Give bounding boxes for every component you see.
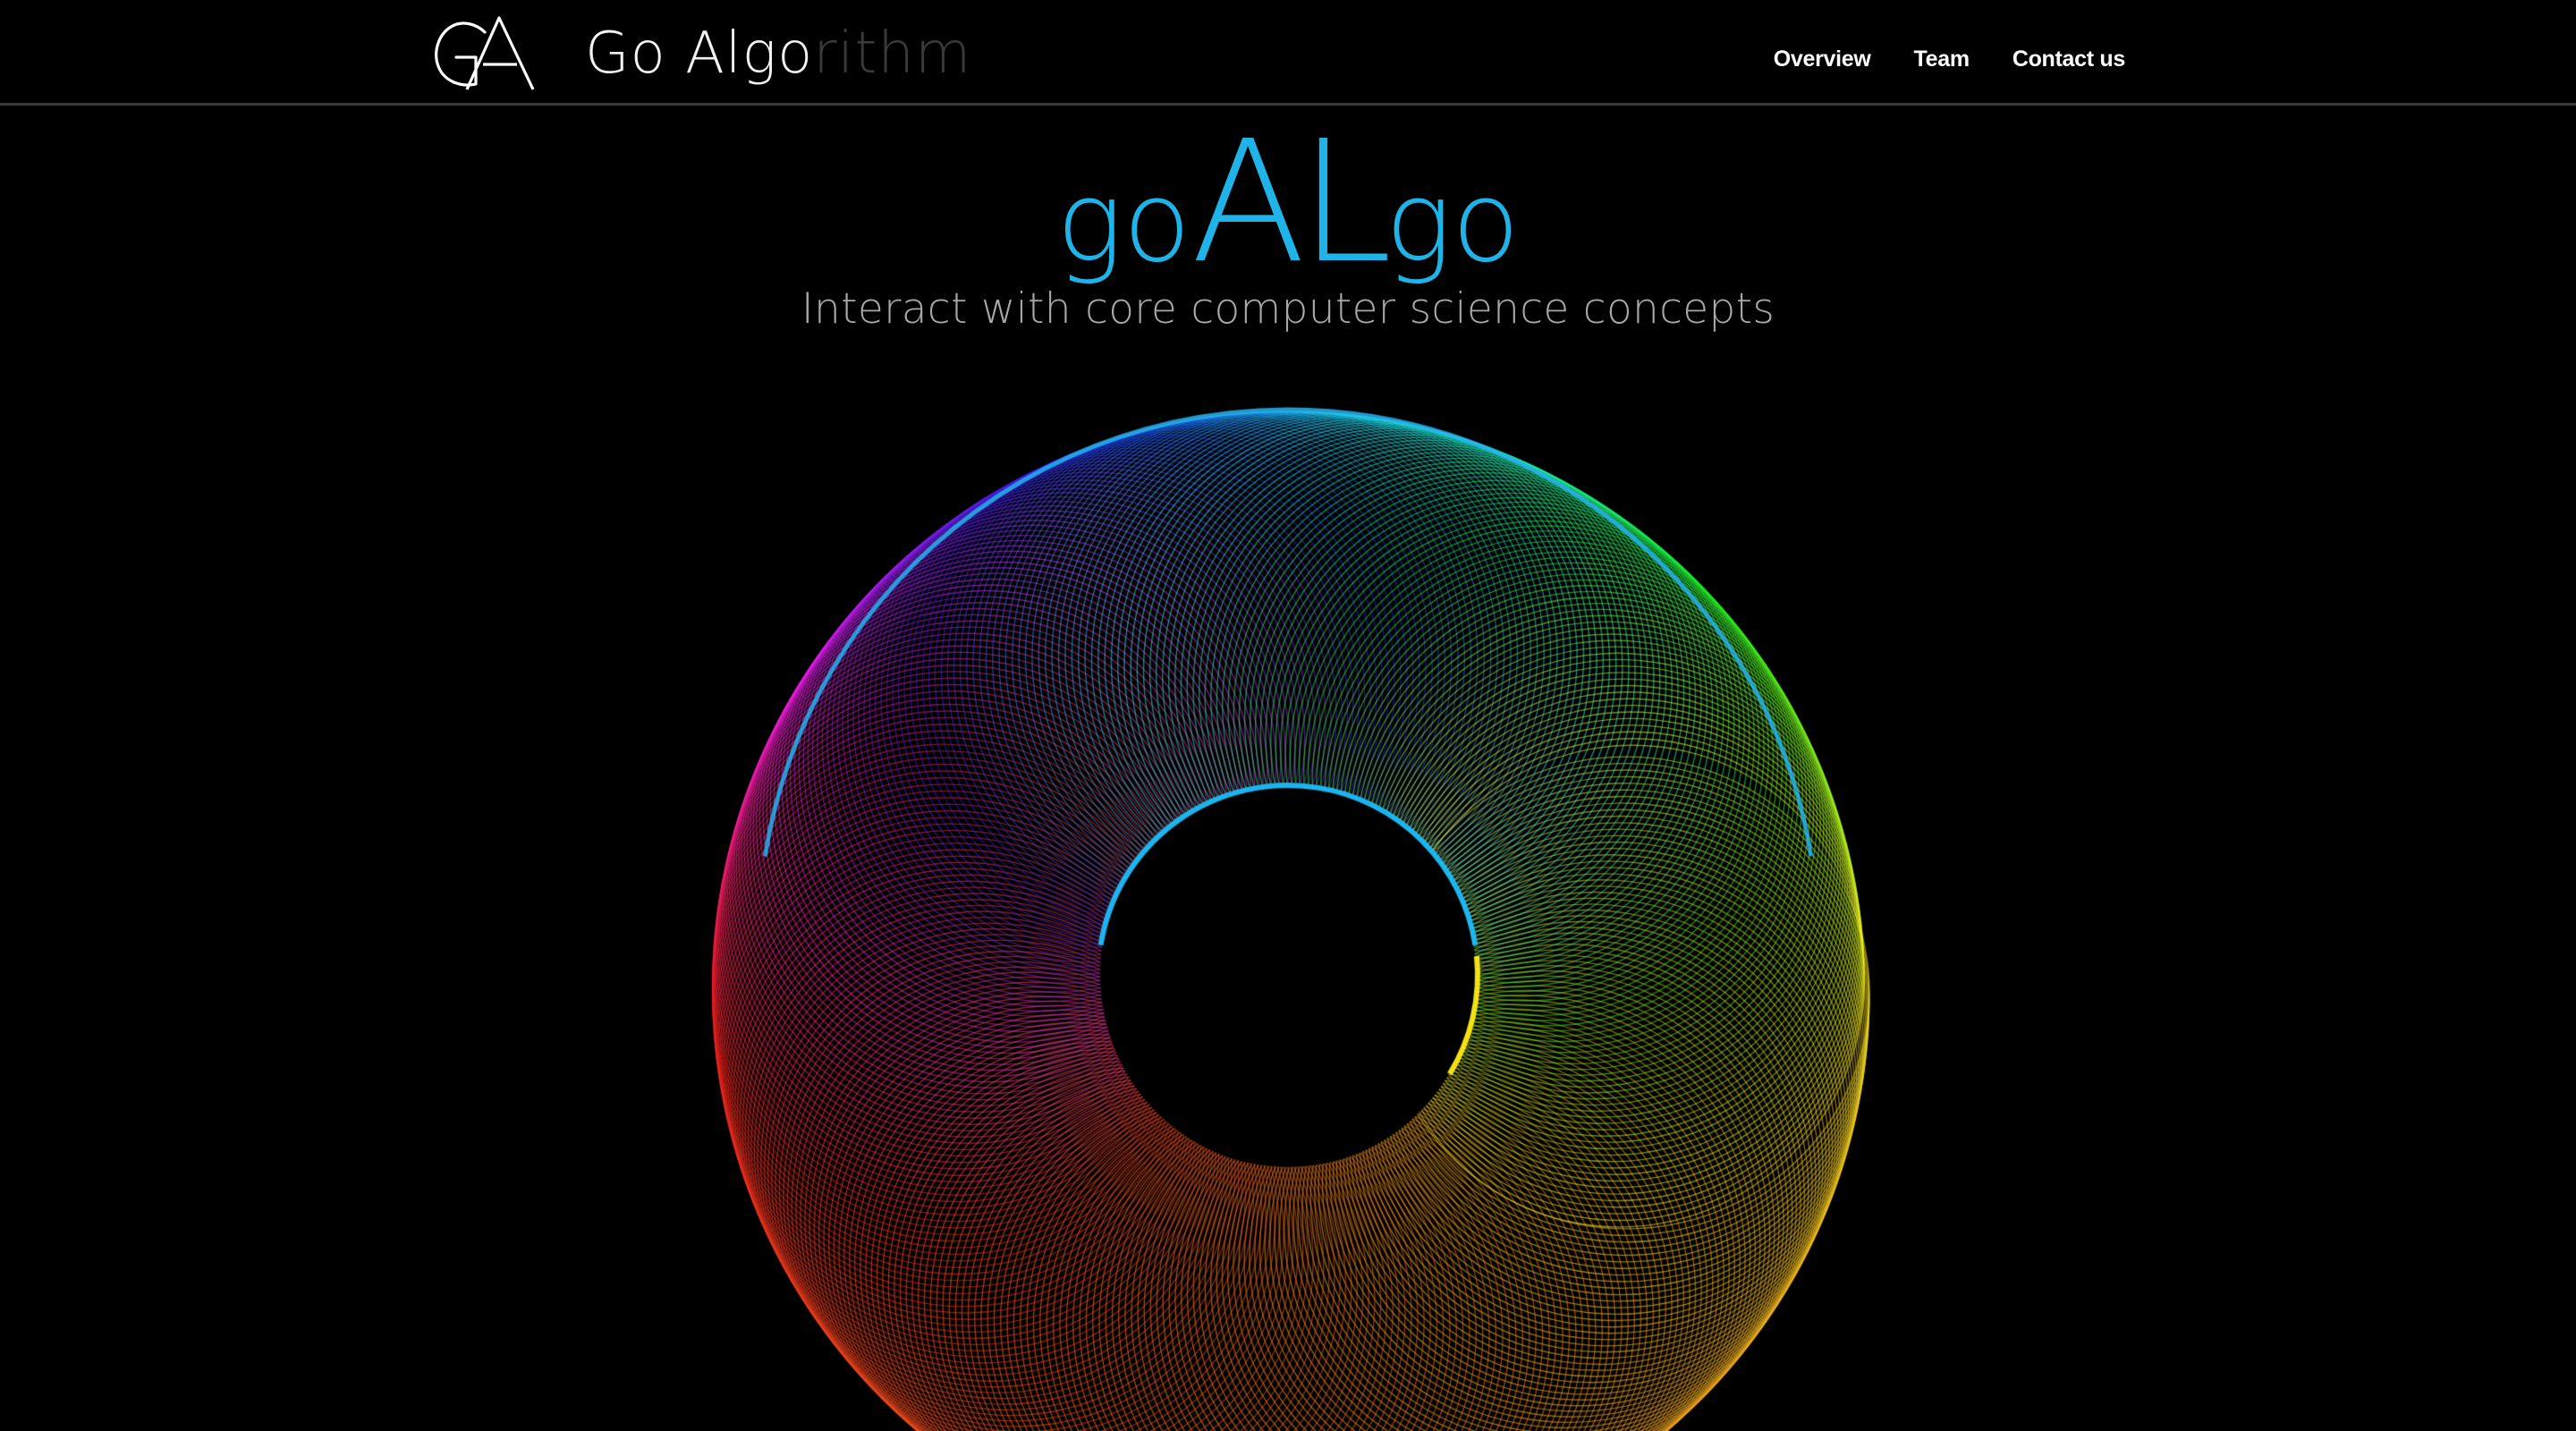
hero-title-part2: AL [1191,105,1392,301]
hero-title-part1: go [1056,158,1191,288]
brand-name: Go Algorithm [585,13,971,95]
nav-contact-link[interactable]: Contact us [2012,43,2125,75]
main-nav: Overview Team Contact us [1774,43,2126,75]
top-navbar: Go Algorithm Overview Team Contact us [0,0,2576,106]
brand-name-part2: rithm [813,21,972,87]
hero-subtitle: Interact with core computer science conc… [801,284,1775,334]
hero-title: goALgo [0,119,2576,287]
brand-home-link[interactable]: Go Algorithm [429,13,971,95]
hero-title-part3: go [1385,158,1520,288]
nav-overview-link[interactable]: Overview [1774,43,1871,75]
brand-name-part1: Go Algo [585,21,814,87]
ga-monogram-icon [435,16,535,90]
nav-team-link[interactable]: Team [1914,43,1970,75]
